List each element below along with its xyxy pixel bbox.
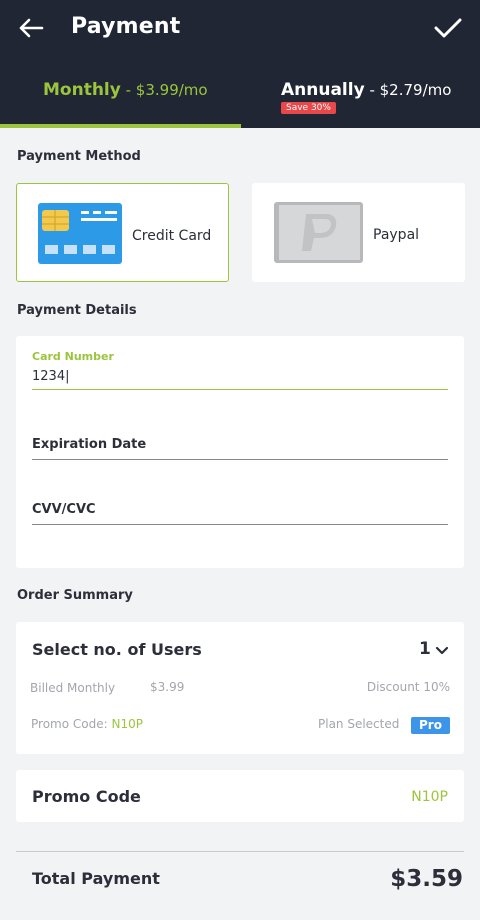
paypal-option[interactable]: Paypal	[252, 183, 465, 282]
order-summary-card: Select no. of Users 1 Billed Monthly $3.…	[16, 622, 464, 754]
total-label: Total Payment	[32, 869, 160, 888]
expiration-date-underline	[32, 459, 448, 460]
active-tab-indicator	[0, 124, 241, 128]
monthly-plan-name: Monthly	[43, 80, 121, 100]
payment-details-heading: Payment Details	[17, 303, 137, 318]
credit-card-icon	[38, 203, 122, 264]
order-summary-heading: Order Summary	[17, 588, 133, 603]
annually-plan-price: - $2.79/mo	[364, 81, 452, 99]
cvv-field[interactable]: CVV/CVC	[32, 502, 448, 525]
back-button[interactable]	[16, 14, 46, 42]
discount-label: Discount 10%	[366, 680, 450, 694]
card-number-underline	[32, 389, 448, 390]
plan-badge: Pro	[411, 717, 450, 734]
card-number-field[interactable]: Card Number 1234|	[32, 350, 448, 390]
credit-card-option[interactable]: Credit Card	[16, 183, 229, 282]
payment-method-heading: Payment Method	[17, 149, 141, 164]
billed-label: Billed Monthly	[30, 681, 116, 695]
paypal-label: Paypal	[373, 227, 420, 243]
paypal-icon	[274, 202, 363, 263]
promo-code-summary-value: N10P	[111, 717, 143, 731]
billed-amount: $3.99	[150, 680, 185, 694]
confirm-button[interactable]	[432, 12, 464, 44]
page-title: Payment	[71, 14, 181, 39]
divider	[16, 851, 464, 852]
expiration-date-field[interactable]: Expiration Date	[32, 437, 448, 460]
promo-code-label: Promo Code	[32, 787, 141, 806]
tab-annually[interactable]: Annually - $2.79/mo Save 30%	[240, 64, 480, 128]
check-icon	[434, 18, 462, 38]
annually-tab-text: Annually - $2.79/mo	[281, 80, 451, 100]
card-number-input[interactable]: 1234|	[32, 369, 448, 387]
cvv-label: CVV/CVC	[32, 502, 96, 517]
save-badge: Save 30%	[281, 102, 336, 114]
plan-selected-label: Plan Selected	[318, 717, 400, 731]
card-number-label: Card Number	[32, 350, 114, 363]
chevron-down-icon[interactable]	[434, 644, 450, 658]
monthly-plan-price: - $3.99/mo	[120, 81, 208, 99]
promo-code-row[interactable]: Promo Code N10P	[16, 770, 464, 822]
app-header: Payment Monthly - $3.99/mo Annually - $2…	[0, 0, 480, 128]
users-count[interactable]: 1	[419, 639, 431, 659]
payment-details-card: Card Number 1234| Expiration Date CVV/CV…	[16, 336, 464, 568]
annually-plan-name: Annually	[281, 80, 365, 100]
total-value: $3.59	[390, 866, 463, 892]
monthly-tab-text: Monthly - $3.99/mo	[43, 80, 208, 100]
promo-code-value: N10P	[411, 789, 448, 805]
cvv-underline	[32, 524, 448, 525]
expiration-date-label: Expiration Date	[32, 437, 147, 452]
users-select-label: Select no. of Users	[32, 640, 202, 659]
arrow-left-icon	[19, 18, 44, 38]
tab-monthly[interactable]: Monthly - $3.99/mo	[0, 64, 241, 128]
credit-card-label: Credit Card	[132, 228, 212, 244]
promo-code-summary-label: Promo Code:	[31, 717, 112, 731]
promo-code-line: Promo Code: N10P	[31, 717, 143, 731]
